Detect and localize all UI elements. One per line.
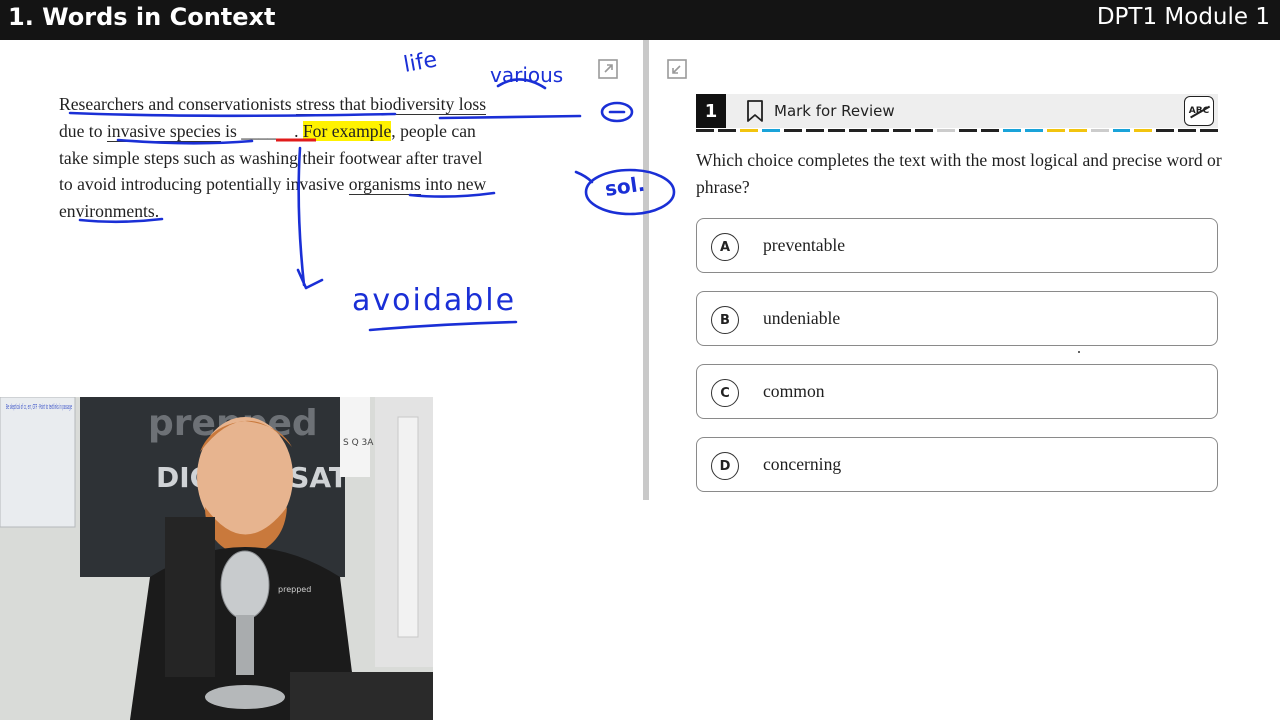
question-header: 1 Mark for Review ABC bbox=[696, 94, 1218, 128]
progress-dash bbox=[915, 129, 934, 132]
progress-dash bbox=[1046, 129, 1065, 132]
progress-dash bbox=[1112, 129, 1131, 132]
passage-text: Researchers and conservationists stress … bbox=[59, 94, 487, 222]
shirt-logo: prepped bbox=[278, 585, 311, 594]
bookmark-icon bbox=[747, 100, 763, 122]
progress-dash bbox=[849, 129, 868, 132]
collapse-icon bbox=[667, 59, 687, 79]
progress-dash bbox=[717, 129, 736, 132]
progress-dash bbox=[937, 129, 956, 132]
lesson-title: 1. Words in Context bbox=[8, 3, 276, 31]
progress-dash bbox=[739, 129, 758, 132]
choice-text: preventable bbox=[763, 235, 846, 255]
progress-dash bbox=[1090, 129, 1109, 132]
mark-for-review-button[interactable]: Mark for Review bbox=[744, 99, 895, 123]
underlined-word: organisms bbox=[348, 174, 421, 196]
question-number: 1 bbox=[696, 94, 726, 128]
cursor-dot bbox=[1078, 351, 1080, 353]
question-prompt: Which choice completes the text with the… bbox=[696, 150, 1222, 197]
choice-letter: C bbox=[711, 379, 739, 407]
progress-dash bbox=[1024, 129, 1043, 132]
webcam-overlay: Be skeptical of cc, err, GTF · Point to … bbox=[0, 397, 433, 720]
choice-letter: D bbox=[711, 452, 739, 480]
board-letters: S Q 3A bbox=[343, 438, 374, 448]
pane-divider[interactable] bbox=[643, 40, 649, 500]
progress-dash bbox=[783, 129, 802, 132]
progress-dash bbox=[761, 129, 780, 132]
choice-a[interactable]: A preventable bbox=[696, 218, 1218, 273]
presenter-video: Be skeptical of cc, err, GTF · Point to … bbox=[0, 397, 433, 720]
underlined-word: invasive species bbox=[106, 120, 221, 142]
blank: ______ bbox=[241, 120, 295, 141]
whiteboard-notes: Be skeptical of cc, err, GTF · Point to … bbox=[6, 403, 72, 411]
collapse-question-button[interactable] bbox=[664, 56, 690, 82]
underlined-word: environments bbox=[59, 201, 155, 222]
progress-dash bbox=[1178, 129, 1197, 132]
progress-dash bbox=[805, 129, 824, 132]
progress-dash bbox=[1002, 129, 1021, 132]
progress-dash bbox=[871, 129, 890, 132]
choice-text: undeniable bbox=[763, 308, 841, 328]
progress-dash bbox=[827, 129, 846, 132]
progress-dashes bbox=[696, 129, 1219, 132]
choice-text: concerning bbox=[763, 454, 842, 474]
progress-dash bbox=[1134, 129, 1153, 132]
top-bar: 1. Words in Context DPT1 Module 1 bbox=[0, 0, 1280, 40]
choice-c[interactable]: C common bbox=[696, 364, 1218, 419]
abc-eliminator-button[interactable]: ABC bbox=[1184, 96, 1214, 126]
progress-dash bbox=[959, 129, 977, 132]
progress-dash bbox=[1200, 129, 1219, 132]
underlined-word: biodiversity loss bbox=[370, 94, 487, 115]
progress-dash bbox=[1068, 129, 1087, 132]
module-label: DPT1 Module 1 bbox=[1096, 4, 1270, 30]
progress-dash bbox=[696, 129, 714, 132]
choice-text: common bbox=[763, 381, 825, 401]
progress-dash bbox=[1156, 129, 1175, 132]
expand-icon bbox=[598, 59, 618, 79]
choice-b[interactable]: B undeniable bbox=[696, 291, 1218, 346]
underlined-word: stress bbox=[295, 94, 336, 115]
choice-letter: A bbox=[711, 233, 739, 261]
choice-d[interactable]: D concerning bbox=[696, 437, 1218, 492]
mark-for-review-label: Mark for Review bbox=[774, 102, 895, 120]
expand-passage-button[interactable] bbox=[595, 56, 621, 82]
choice-letter: B bbox=[711, 306, 739, 334]
highlighted-text: For example bbox=[302, 120, 392, 141]
progress-dash bbox=[980, 129, 999, 132]
progress-dash bbox=[893, 129, 912, 132]
